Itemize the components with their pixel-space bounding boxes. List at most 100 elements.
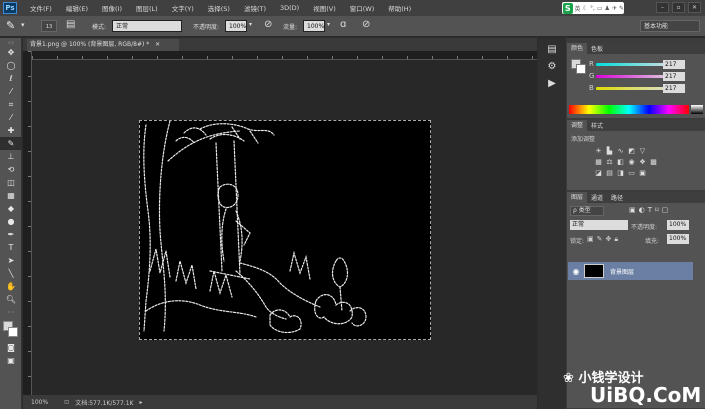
tab-channels[interactable]: 通道 <box>587 193 607 202</box>
history-brush-tool-icon[interactable]: ⟲ <box>0 163 22 176</box>
tab-paths[interactable]: 路径 <box>607 193 627 202</box>
blend-mode-select[interactable]: 正常 <box>570 220 628 230</box>
menu-help[interactable]: 帮助(H) <box>381 3 418 13</box>
brush-tool-icon-active[interactable]: ✎ <box>0 137 22 150</box>
r-value[interactable]: 217 <box>663 60 685 69</box>
clone-stamp-tool-icon[interactable]: ⊥ <box>0 150 22 163</box>
invert-icon[interactable]: ◪ <box>593 168 604 177</box>
export-icon[interactable]: ⊡ <box>64 399 69 406</box>
background-color-swatch[interactable] <box>8 327 18 337</box>
wrench-icon[interactable]: ✎ <box>619 5 624 12</box>
selective-color-icon[interactable]: ▣ <box>637 168 648 177</box>
opacity-dropdown-icon[interactable]: ▾ <box>249 21 252 28</box>
minimize-icon[interactable]: – <box>656 2 669 13</box>
color-spectrum-bar[interactable] <box>569 105 689 114</box>
tab-adjustments[interactable]: 调整 <box>567 120 588 131</box>
menu-view[interactable]: 视图(V) <box>306 3 343 13</box>
lock-icons[interactable]: ▣✎✥🔒︎ <box>587 235 621 244</box>
hand-tool-icon[interactable]: ✋ <box>0 280 22 293</box>
menu-edit[interactable]: 编辑(E) <box>59 3 95 13</box>
user-icon[interactable]: ♟ <box>605 5 610 12</box>
pressure-size-icon[interactable]: ⊘ <box>362 19 370 30</box>
blur-tool-icon[interactable]: ◆ <box>0 202 22 215</box>
quick-mask-icon[interactable]: ◙ <box>0 341 22 354</box>
image-canvas[interactable] <box>139 120 431 340</box>
pen-tool-icon[interactable]: ✒ <box>0 228 22 241</box>
more-tools-icon[interactable]: ··· <box>0 306 22 319</box>
lasso-tool-icon[interactable]: ℓ <box>0 72 22 85</box>
pressure-opacity-icon[interactable]: ⊘ <box>264 19 272 30</box>
tab-swatches[interactable]: 色板 <box>587 44 607 53</box>
actions-panel-icon[interactable]: ▶ <box>538 78 566 89</box>
levels-icon[interactable]: ▙ <box>604 146 615 155</box>
vibrance-icon[interactable]: ▽ <box>637 146 648 155</box>
shirt-icon[interactable]: ✈ <box>612 5 617 12</box>
ime-toolbar[interactable]: S 英 ☾ °, ▭ ♟ ✈ ✎ <box>562 2 624 14</box>
grayscale-ramp[interactable] <box>691 105 703 114</box>
panel-grip-icon[interactable]: ‹‹ <box>0 38 22 47</box>
screen-mode-icon[interactable]: ▣ <box>0 354 22 367</box>
restore-icon[interactable]: ▫ <box>672 2 685 13</box>
workspace-select[interactable]: 基本功能 <box>640 20 700 32</box>
close-tab-icon[interactable]: ✕ <box>155 41 160 48</box>
path-select-tool-icon[interactable]: ➤ <box>0 254 22 267</box>
vertical-ruler[interactable] <box>23 51 32 395</box>
channel-mixer-icon[interactable]: ❖ <box>637 157 648 166</box>
posterize-icon[interactable]: ▤ <box>604 168 615 177</box>
flow-dropdown-icon[interactable]: ▾ <box>327 21 330 28</box>
chevron-down-icon[interactable]: ▾ <box>21 21 25 29</box>
tab-styles[interactable]: 样式 <box>587 121 607 130</box>
b-value[interactable]: 217 <box>663 84 685 93</box>
layer-filter-icons[interactable]: ▣◐T⌑▢ <box>629 206 671 214</box>
type-tool-icon[interactable]: T <box>0 241 22 254</box>
opacity-input[interactable]: 100% <box>225 20 247 32</box>
slider-r[interactable]: R <box>589 60 674 68</box>
menu-select[interactable]: 选择(S) <box>201 3 237 13</box>
status-menu-icon[interactable]: ▸ <box>139 399 142 406</box>
visibility-eye-icon[interactable]: ◉ <box>568 267 584 276</box>
menu-filter[interactable]: 滤镜(T) <box>237 3 273 13</box>
gradient-map-icon[interactable]: ▭ <box>626 168 637 177</box>
slider-b[interactable]: B <box>589 84 674 92</box>
crop-tool-icon[interactable]: ⌗ <box>0 98 22 111</box>
tab-layers[interactable]: 图层 <box>567 192 588 203</box>
zoom-level[interactable]: 100% <box>31 399 48 406</box>
brush-size-picker[interactable]: 13 <box>41 20 57 32</box>
menu-type[interactable]: 文字(Y) <box>165 3 201 13</box>
move-tool-icon[interactable]: ✥ <box>0 46 22 59</box>
keyboard-icon[interactable]: ▭ <box>597 5 603 12</box>
eyedropper-tool-icon[interactable]: ⁄ <box>0 111 22 124</box>
menu-3d[interactable]: 3D(D) <box>273 4 306 12</box>
brush-panel-icon[interactable]: ▤ <box>66 19 75 30</box>
quick-select-tool-icon[interactable]: ⁄ <box>0 85 22 98</box>
brightness-icon[interactable]: ☀ <box>593 146 604 155</box>
healing-tool-icon[interactable]: ✚ <box>0 124 22 137</box>
moon-icon[interactable]: ☾ <box>583 5 588 12</box>
color-lookup-icon[interactable]: ▩ <box>648 157 659 166</box>
shape-tool-icon[interactable]: ╲ <box>0 267 22 280</box>
hue-saturation-icon[interactable]: ▦ <box>593 157 604 166</box>
mode-select[interactable]: 正常 <box>112 20 182 32</box>
brush-tool-icon[interactable]: ✎ <box>6 19 15 32</box>
dodge-tool-icon[interactable]: ● <box>0 215 22 228</box>
photo-filter-icon[interactable]: ◉ <box>626 157 637 166</box>
menu-image[interactable]: 图像(I) <box>95 3 129 13</box>
airbrush-icon[interactable]: ɑ <box>340 19 346 30</box>
exposure-icon[interactable]: ◩ <box>626 146 637 155</box>
color-swatches[interactable] <box>0 319 21 341</box>
g-value[interactable]: 217 <box>663 72 685 81</box>
layer-opacity-input[interactable]: 100% <box>667 220 689 230</box>
color-balance-icon[interactable]: ⚖ <box>604 157 615 166</box>
fill-input[interactable]: 100% <box>667 234 689 244</box>
slider-g[interactable]: G <box>589 72 674 80</box>
black-white-icon[interactable]: ◧ <box>615 157 626 166</box>
horizontal-ruler[interactable] <box>32 51 537 60</box>
layer-kind-filter[interactable]: ρ 类型 <box>570 206 604 216</box>
gradient-tool-icon[interactable]: ▦ <box>0 189 22 202</box>
flow-input[interactable]: 100% <box>303 20 325 32</box>
menu-layer[interactable]: 图层(L) <box>129 3 165 13</box>
properties-panel-icon[interactable]: ⚙ <box>538 61 566 72</box>
ime-mode[interactable]: 英 <box>575 4 581 13</box>
marquee-tool-icon[interactable]: ◯ <box>0 59 22 72</box>
tab-color[interactable]: 颜色 <box>567 43 588 54</box>
